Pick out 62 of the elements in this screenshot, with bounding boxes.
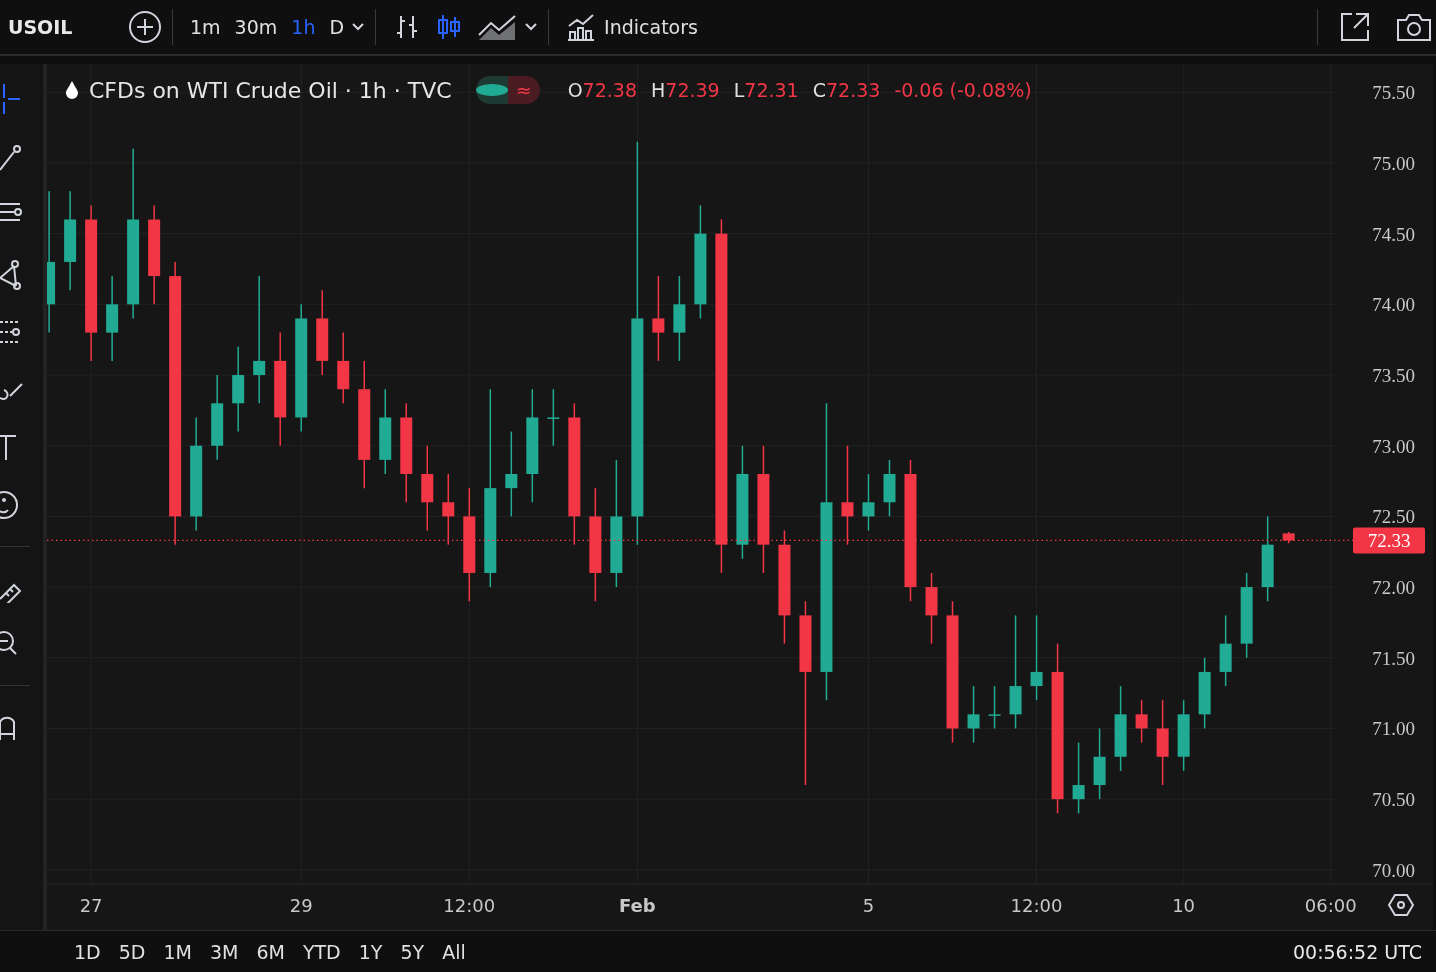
candlestick (883, 459, 896, 518)
time-label: 10 (1172, 895, 1196, 916)
ohlc-value: O72.38 (567, 79, 637, 101)
candlestick (1135, 699, 1148, 744)
market-open-dot (475, 84, 508, 96)
indicators-button[interactable]: Indicators (559, 8, 705, 46)
price-label: 72.50 (1372, 506, 1415, 528)
time-label: 27 (79, 895, 103, 916)
interval-tab[interactable]: 30m (227, 12, 285, 42)
range-button[interactable]: 5Y (400, 941, 425, 963)
ohlc-value: L72.31 (733, 79, 799, 101)
status-symbol: ≈ (507, 76, 540, 104)
time-label: 29 (289, 895, 313, 916)
interval-tab[interactable]: D (322, 12, 352, 42)
price-label: 73.50 (1372, 365, 1415, 387)
range-button[interactable]: 1D (74, 941, 101, 963)
price-label: 74.00 (1372, 294, 1415, 316)
bar-chart-icon (566, 12, 597, 42)
ref-line-label: 72.33 (1367, 530, 1411, 552)
symbol-label[interactable]: USOIL (0, 16, 128, 38)
time-label: 06:00 (1304, 895, 1357, 916)
range-button[interactable]: 5D (118, 941, 146, 963)
range-button[interactable]: YTD (302, 941, 341, 963)
range-button[interactable]: 1M (163, 941, 192, 963)
price-label: 71.00 (1372, 718, 1415, 740)
candlestick (1282, 531, 1295, 545)
price-label: 71.50 (1372, 647, 1415, 669)
ohlc-value: C72.33 (812, 79, 881, 101)
settings-icon[interactable] (1387, 894, 1415, 916)
price-label: 75.00 (1372, 152, 1415, 174)
range-button[interactable]: 3M (209, 941, 239, 963)
time-label: Feb (619, 895, 656, 916)
camera-icon[interactable] (1396, 12, 1432, 42)
chevron-down-icon[interactable] (351, 22, 366, 32)
price-label: 70.50 (1372, 789, 1415, 811)
range-button[interactable]: 6M (256, 941, 285, 963)
ohlc-value: H72.39 (651, 79, 720, 101)
interval-tab[interactable]: 1h (284, 12, 323, 42)
droplet-icon (65, 80, 79, 100)
price-label: 73.00 (1372, 435, 1415, 457)
candlestick (967, 685, 980, 744)
price-label: 74.50 (1372, 223, 1415, 245)
chevron-down-icon[interactable] (524, 22, 539, 32)
popout-icon[interactable] (1338, 10, 1372, 44)
clock-label: 00:56:52 UTC (1292, 941, 1422, 963)
price-label: 75.50 (1372, 82, 1415, 104)
symbol-title: CFDs on WTI Crude Oil · 1h · TVC (89, 77, 452, 103)
candlestick (988, 685, 1001, 730)
range-button[interactable]: All (442, 941, 466, 963)
time-label: 12:00 (1010, 895, 1063, 916)
range-button[interactable]: 1Y (358, 941, 383, 963)
add-icon[interactable] (128, 10, 162, 44)
interval-tab[interactable]: 1m (183, 12, 228, 42)
candlestick (547, 388, 560, 447)
time-label: 5 (862, 895, 875, 916)
price-label: 70.00 (1372, 859, 1415, 881)
candlestick (862, 473, 875, 532)
area-chart-icon (477, 13, 518, 41)
price-change: -0.06 (-0.08%) (894, 79, 1032, 101)
price-label: 72.00 (1372, 577, 1415, 599)
time-label: 12:00 (443, 895, 496, 916)
last-price-badge: 72.33 (1353, 527, 1425, 554)
